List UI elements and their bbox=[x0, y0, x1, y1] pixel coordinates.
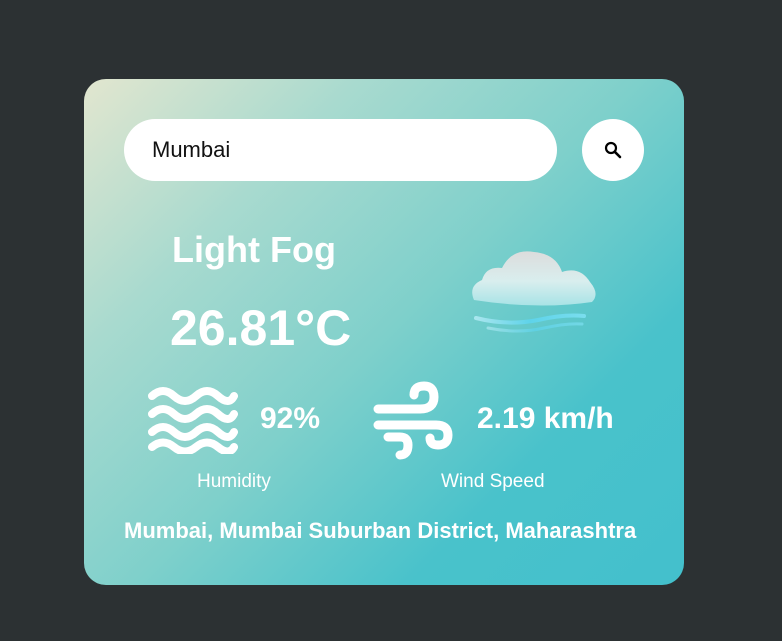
wind-speed-value: 2.19 km/h bbox=[477, 402, 614, 435]
weather-card: Light Fog 26.81°C 92% Humidity bbox=[84, 79, 684, 585]
city-search-input[interactable] bbox=[124, 119, 557, 181]
humidity-waves-icon bbox=[148, 387, 238, 454]
search-button[interactable] bbox=[582, 119, 644, 181]
weather-condition: Light Fog bbox=[172, 229, 336, 270]
wind-speed-label: Wind Speed bbox=[441, 471, 545, 492]
humidity-value: 92% bbox=[260, 402, 321, 435]
search-icon bbox=[604, 141, 622, 159]
fog-cloud-icon bbox=[472, 251, 596, 333]
temperature: 26.81°C bbox=[170, 300, 352, 356]
location-name: Mumbai, Mumbai Suburban District, Mahara… bbox=[124, 518, 637, 543]
wind-icon bbox=[373, 381, 453, 460]
humidity-label: Humidity bbox=[197, 471, 271, 492]
